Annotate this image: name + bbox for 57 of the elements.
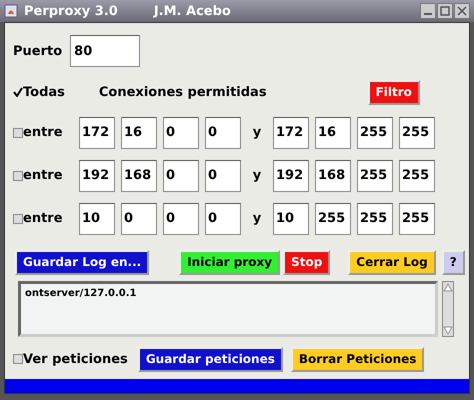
action-button[interactable]: Stop — [283, 250, 330, 274]
ip-field[interactable]: 192 — [79, 160, 115, 192]
port-label: Puerto — [13, 44, 62, 58]
ip-field[interactable]: 172 — [273, 116, 309, 148]
window-title: Perproxy 3.0 — [24, 4, 118, 18]
window-author: J.M. Acebo — [154, 4, 231, 18]
ip-field[interactable]: 255 — [315, 202, 351, 234]
checkbox-label: entre — [23, 168, 63, 183]
ip-field[interactable]: 255 — [357, 202, 393, 234]
action-button[interactable]: Cerrar Log — [348, 250, 436, 274]
port-field[interactable]: 80 — [70, 35, 140, 67]
action-button[interactable]: Guardar peticiones — [138, 346, 283, 372]
ip-field[interactable]: 255 — [357, 160, 393, 192]
checkbox[interactable] — [13, 354, 23, 364]
ip-field[interactable]: 0 — [205, 160, 241, 192]
checkbox[interactable] — [13, 128, 23, 138]
help-button[interactable]: ? — [442, 250, 465, 274]
checkbox-label: Todas — [23, 84, 65, 100]
ip-field[interactable]: 0 — [205, 116, 241, 148]
ip-field[interactable]: 172 — [79, 116, 115, 148]
action-button[interactable]: Iniciar proxy — [179, 250, 280, 274]
ip-field[interactable]: 255 — [399, 116, 435, 148]
separator-label: y — [252, 211, 262, 226]
checkbox-label: entre — [23, 125, 63, 140]
ip-field[interactable]: 168 — [315, 160, 351, 192]
ip-field[interactable]: 0 — [163, 160, 199, 192]
checkbox-label: Ver peticiones — [23, 352, 128, 366]
ip-field[interactable]: 16 — [315, 116, 351, 148]
app-icon — [4, 4, 18, 18]
separator-label: y — [252, 125, 262, 140]
close-icon[interactable] — [454, 3, 470, 19]
maximize-icon[interactable] — [437, 3, 453, 19]
action-button[interactable]: Borrar Peticiones — [290, 346, 424, 372]
checkbox[interactable] — [13, 214, 23, 224]
ip-field[interactable]: 0 — [205, 202, 241, 234]
ip-field[interactable]: 0 — [163, 202, 199, 234]
scrollbar[interactable] — [442, 281, 454, 339]
checkbox[interactable] — [13, 87, 23, 97]
section-label: Conexiones permitidas — [98, 84, 267, 100]
ip-field[interactable]: 16 — [121, 116, 157, 148]
ip-field[interactable]: 255 — [399, 202, 435, 234]
filter-button[interactable]: Filtro — [368, 80, 420, 104]
minimize-icon[interactable] — [420, 3, 436, 19]
action-button[interactable]: Guardar Log en... — [15, 250, 150, 274]
ip-field[interactable]: 192 — [273, 160, 309, 192]
ip-field[interactable]: 168 — [121, 160, 157, 192]
checkbox[interactable] — [13, 170, 23, 180]
checkbox-label: entre — [23, 211, 63, 226]
ip-field[interactable]: 0 — [121, 202, 157, 234]
ip-field[interactable]: 255 — [399, 160, 435, 192]
ip-field[interactable]: 10 — [273, 202, 309, 234]
log-text: ontserver/127.0.0.1 — [25, 288, 136, 299]
ip-field[interactable]: 255 — [357, 116, 393, 148]
ip-field[interactable]: 10 — [79, 202, 115, 234]
log-area[interactable]: ontserver/127.0.0.1 — [18, 281, 438, 337]
ip-field[interactable]: 0 — [163, 116, 199, 148]
separator-label: y — [252, 168, 262, 183]
